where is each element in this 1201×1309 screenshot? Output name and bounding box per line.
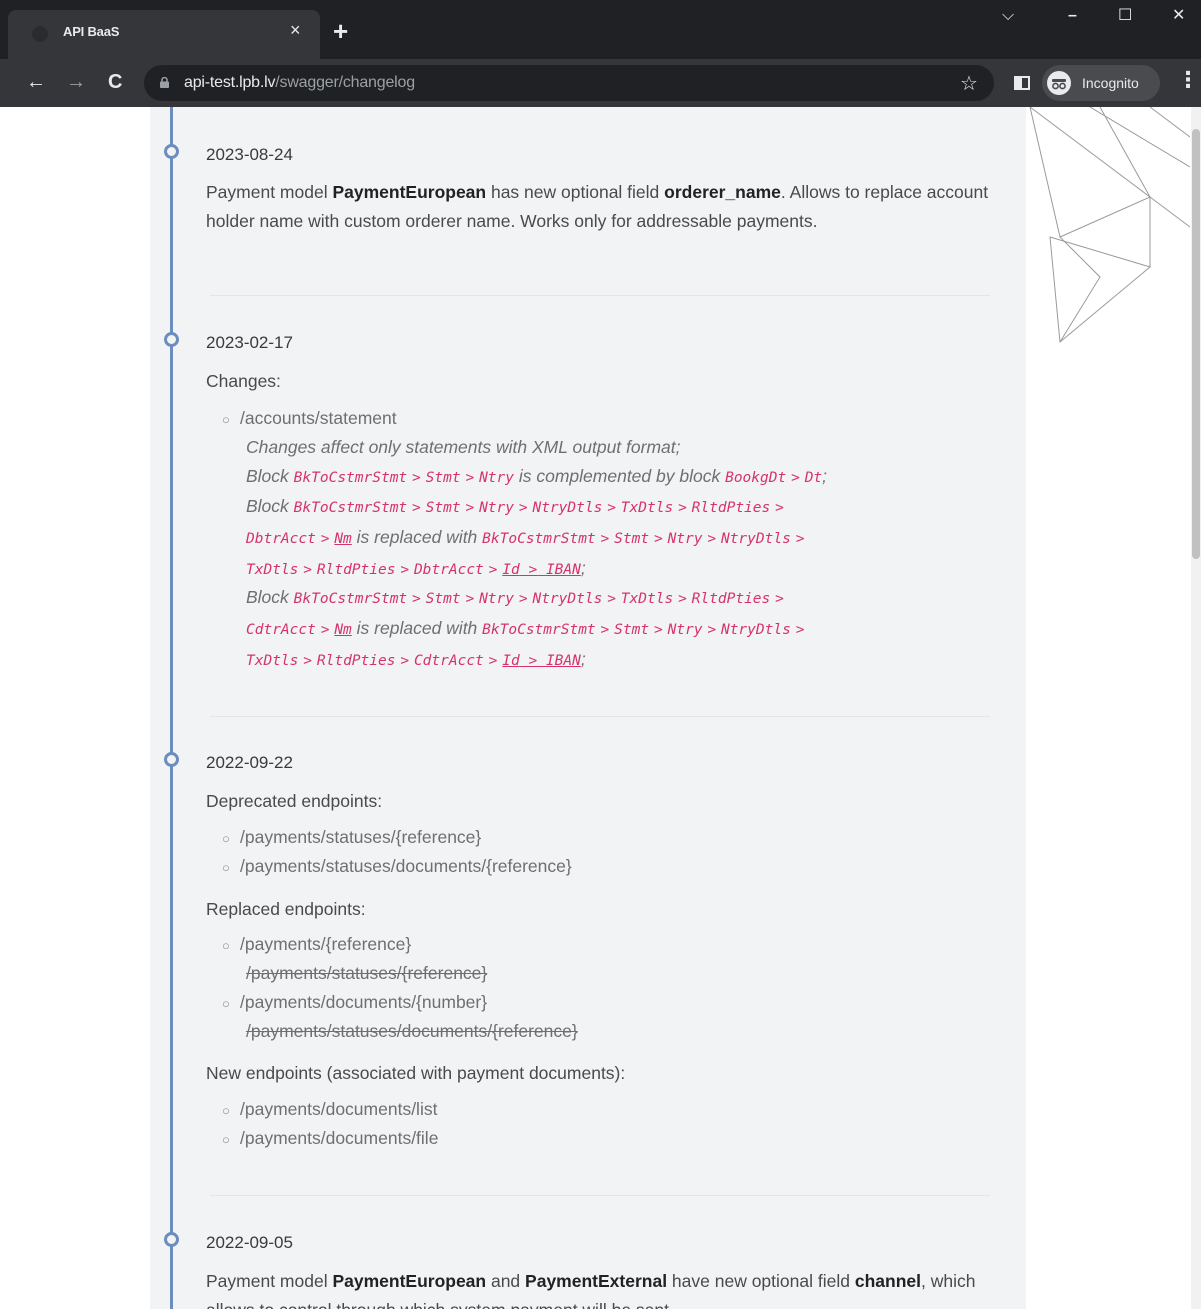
- tab-title: API BaaS: [63, 24, 120, 39]
- change-line: TxDtls > RltdPties > CdtrAcct > Id > IBA…: [246, 649, 586, 669]
- entry-date: 2022-09-05: [206, 1233, 293, 1252]
- minimize-button[interactable]: –: [1068, 6, 1077, 26]
- change-line: DbtrAcct > Nm is replaced with BkToCstmr…: [246, 527, 805, 547]
- list-item: ○/payments/statuses/{reference}: [222, 827, 482, 847]
- favicon-icon: [32, 26, 48, 42]
- section-heading: Replaced endpoints:: [206, 899, 366, 919]
- timeline-dot: [164, 144, 179, 159]
- incognito-indicator[interactable]: Incognito: [1042, 65, 1160, 101]
- timeline-dot: [164, 1232, 179, 1247]
- tab-search-icon[interactable]: ⌵: [1002, 6, 1014, 26]
- timeline-line: [170, 107, 173, 1309]
- incognito-icon: [1047, 71, 1071, 95]
- url-text: api-test.lpb.lv/swagger/changelog: [184, 74, 415, 91]
- change-line: Block BkToCstmrStmt > Stmt > Ntry > Ntry…: [246, 496, 784, 516]
- change-line: Block BkToCstmrStmt > Stmt > Ntry > Ntry…: [246, 587, 784, 607]
- menu-icon[interactable]: ⋮: [1177, 69, 1199, 91]
- change-line: Block BkToCstmrStmt > Stmt > Ntry is com…: [246, 466, 828, 486]
- entry-date: 2023-08-24: [206, 145, 293, 164]
- close-window-button[interactable]: ✕: [1172, 6, 1185, 26]
- section-heading: Changes:: [206, 371, 281, 391]
- bookmark-star-icon[interactable]: ☆: [960, 71, 978, 96]
- maximize-button[interactable]: ☐: [1118, 6, 1132, 26]
- list-item: ○/payments/{reference}: [222, 934, 412, 954]
- browser-tab-strip: API BaaS × + ⌵ – ☐ ✕: [0, 0, 1201, 59]
- scrollbar-thumb[interactable]: [1192, 129, 1200, 559]
- incognito-label: Incognito: [1082, 75, 1139, 91]
- list-item: ○/payments/documents/{number}: [222, 992, 488, 1012]
- entry-separator: [210, 1195, 990, 1196]
- change-line: TxDtls > RltdPties > DbtrAcct > Id > IBA…: [246, 558, 586, 578]
- list-item: ○/payments/statuses/documents/{reference…: [222, 856, 572, 876]
- timeline-dot: [164, 752, 179, 767]
- browser-tab[interactable]: API BaaS ×: [8, 10, 320, 59]
- back-button[interactable]: ←: [26, 71, 46, 93]
- page-viewport: 2023-08-24 Payment model PaymentEuropean…: [0, 107, 1201, 1309]
- list-item: ○/accounts/statement: [222, 408, 397, 428]
- tab-close-icon[interactable]: ×: [290, 20, 301, 40]
- entry-date: 2022-09-22: [206, 753, 293, 772]
- side-panel-icon[interactable]: [1014, 76, 1030, 90]
- section-heading: New endpoints (associated with payment d…: [206, 1063, 626, 1083]
- entry-separator: [210, 295, 990, 296]
- section-heading: Deprecated endpoints:: [206, 791, 383, 811]
- change-line: CdtrAcct > Nm is replaced with BkToCstmr…: [246, 618, 805, 638]
- entry-separator: [210, 716, 990, 717]
- browser-toolbar: ← → C api-test.lpb.lv/swagger/changelog …: [0, 59, 1201, 107]
- entry-date: 2023-02-17: [206, 333, 293, 352]
- entry-text: Payment model PaymentEuropean and Paymen…: [206, 1271, 976, 1309]
- timeline-dot: [164, 332, 179, 347]
- lock-icon[interactable]: [160, 77, 169, 88]
- new-tab-button[interactable]: +: [333, 18, 348, 44]
- changelog-panel: 2023-08-24 Payment model PaymentEuropean…: [150, 107, 1026, 1309]
- forward-button[interactable]: →: [66, 71, 86, 93]
- reload-button[interactable]: C: [108, 71, 122, 93]
- vertical-scrollbar[interactable]: [1191, 107, 1201, 1309]
- entry-text: Payment model PaymentEuropean has new op…: [206, 182, 989, 231]
- old-endpoint: /payments/statuses/{reference}: [246, 963, 488, 983]
- old-endpoint: /payments/statuses/documents/{reference}: [246, 1021, 578, 1041]
- list-item: ○/payments/documents/list: [222, 1099, 438, 1119]
- list-item: ○/payments/documents/file: [222, 1128, 439, 1148]
- change-note: Changes affect only statements with XML …: [246, 437, 681, 457]
- address-bar[interactable]: api-test.lpb.lv/swagger/changelog ☆: [144, 65, 994, 101]
